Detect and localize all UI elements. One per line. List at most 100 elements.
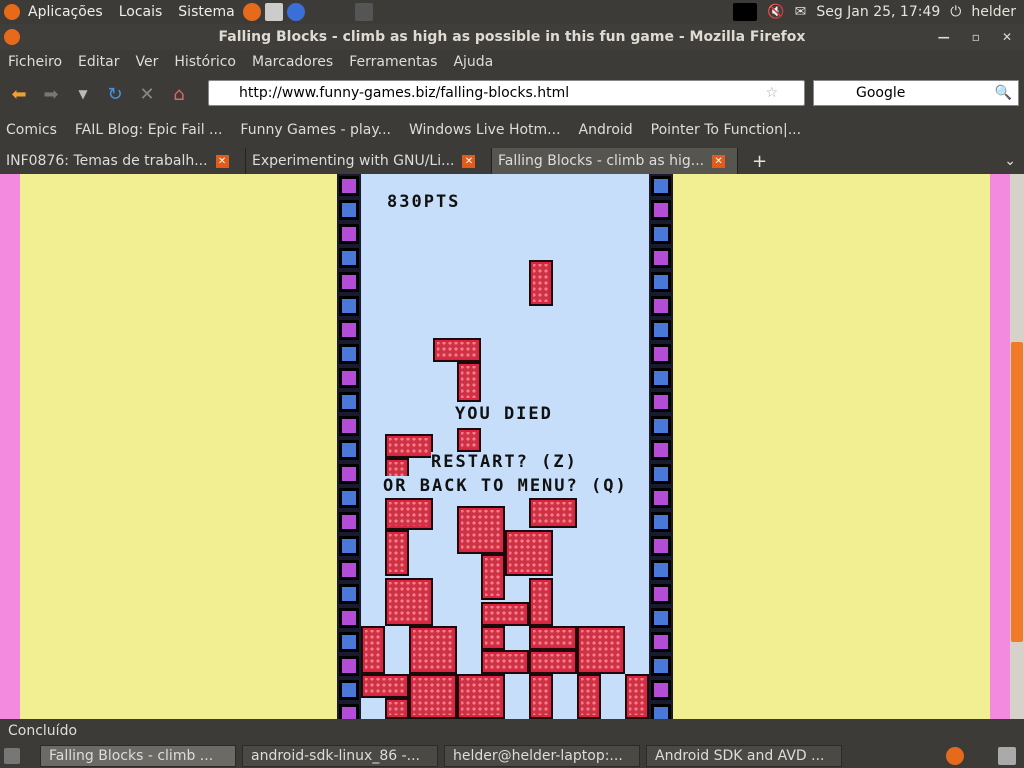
- tab-experimenting[interactable]: Experimenting with GNU/Li... ✕: [246, 148, 492, 174]
- volume-icon[interactable]: 🔇: [767, 4, 784, 20]
- falling-block: [529, 498, 577, 528]
- history-dropdown-icon[interactable]: ▼: [70, 81, 96, 107]
- bookmark-android[interactable]: Android: [579, 122, 633, 138]
- falling-block: [577, 674, 601, 719]
- menu-aplicacoes[interactable]: Aplicações: [28, 4, 103, 20]
- menu-ajuda[interactable]: Ajuda: [453, 54, 493, 70]
- back-icon[interactable]: ⬅: [6, 81, 32, 107]
- tab-close-icon[interactable]: ✕: [215, 154, 229, 168]
- search-engine-label[interactable]: Google: [856, 85, 905, 101]
- falling-block: [457, 506, 505, 554]
- falling-block: [505, 530, 553, 576]
- vertical-scrollbar[interactable]: [1010, 174, 1024, 719]
- left-border: [0, 174, 20, 719]
- wall-tile: [651, 560, 671, 580]
- clock[interactable]: Seg Jan 25, 17:49: [816, 4, 940, 20]
- wall-tile: [651, 320, 671, 340]
- menu-ficheiro[interactable]: Ficheiro: [8, 54, 62, 70]
- right-border: [990, 174, 1010, 719]
- falling-block: [457, 428, 481, 452]
- url-bar[interactable]: http://www.funny-games.biz/falling-block…: [208, 80, 805, 106]
- bookmark-hotmail[interactable]: Windows Live Hotm...: [409, 122, 561, 138]
- falling-block: [529, 626, 577, 650]
- bookmark-funny-games[interactable]: Funny Games - play...: [240, 122, 391, 138]
- window-title: Falling Blocks - climb as high as possib…: [218, 29, 806, 45]
- menu-ver[interactable]: Ver: [135, 54, 158, 70]
- task-label: android-sdk-linux_86 -...: [251, 747, 420, 764]
- wall-tile: [651, 680, 671, 700]
- bookmark-fail-blog[interactable]: FAIL Blog: Epic Fail ...: [75, 122, 223, 138]
- wall-tile: [339, 680, 359, 700]
- wall-tile: [339, 224, 359, 244]
- page-content: 830PTS YOU DIED RESTART? (Z) OR BACK TO …: [0, 174, 1024, 719]
- task-android-sdk[interactable]: Android SDK and AVD ...: [646, 744, 842, 767]
- you-died-text: YOU DIED: [455, 404, 553, 424]
- tab-label: Falling Blocks - climb as hig...: [498, 153, 705, 169]
- wall-tile: [651, 392, 671, 412]
- home-icon[interactable]: ⌂: [166, 81, 192, 107]
- tab-inf0876[interactable]: INF0876: Temas de trabalh... ✕: [0, 148, 246, 174]
- wall-tile: [651, 656, 671, 676]
- task-sdk-folder[interactable]: android-sdk-linux_86 -...: [242, 744, 438, 767]
- falling-block: [625, 674, 649, 719]
- star-icon[interactable]: ☆: [765, 85, 778, 101]
- wall-tile: [651, 368, 671, 388]
- search-icon[interactable]: 🔍: [995, 85, 1012, 101]
- forward-icon[interactable]: ➡: [38, 81, 64, 107]
- bookmark-comics[interactable]: Comics: [6, 122, 57, 138]
- game-canvas[interactable]: 830PTS YOU DIED RESTART? (Z) OR BACK TO …: [337, 174, 673, 719]
- url-text[interactable]: http://www.funny-games.biz/falling-block…: [239, 85, 569, 101]
- tab-label: Experimenting with GNU/Li...: [252, 153, 455, 169]
- reload-icon[interactable]: ↻: [102, 81, 128, 107]
- falling-block: [409, 626, 457, 674]
- trash-icon[interactable]: [998, 746, 1016, 765]
- new-tab-icon[interactable]: +: [752, 151, 767, 172]
- network-icon[interactable]: [733, 3, 758, 21]
- menu-historico[interactable]: Histórico: [174, 54, 236, 70]
- firefox-launcher-icon[interactable]: [242, 3, 261, 21]
- wall-tile: [651, 416, 671, 436]
- terminal-launcher-icon[interactable]: [354, 3, 373, 21]
- falling-block: [433, 338, 481, 362]
- envelope-icon[interactable]: ✉: [795, 4, 807, 20]
- restart-prompt[interactable]: RESTART? (Z): [431, 452, 578, 472]
- tab-close-icon[interactable]: ✕: [462, 154, 476, 168]
- power-icon[interactable]: ⏻: [950, 4, 961, 20]
- tab-close-icon[interactable]: ✕: [712, 154, 726, 168]
- menu-ferramentas[interactable]: Ferramentas: [349, 54, 437, 70]
- nav-toolbar: ⬅ ➡ ▼ ↻ ✕ ⌂ http://www.funny-games.biz/f…: [0, 76, 1024, 112]
- top-panel: Aplicações Locais Sistema 🔇 ✉ Seg Jan 25…: [0, 0, 1024, 24]
- menu-prompt[interactable]: OR BACK TO MENU? (Q): [383, 476, 628, 496]
- menu-marcadores[interactable]: Marcadores: [252, 54, 333, 70]
- falling-block: [481, 650, 529, 674]
- close-icon[interactable]: ✕: [1002, 30, 1012, 44]
- task-label: Android SDK and AVD ...: [655, 747, 825, 764]
- maximize-icon[interactable]: ▫: [972, 30, 980, 44]
- menu-editar[interactable]: Editar: [78, 54, 119, 70]
- wall-tile: [339, 632, 359, 652]
- window-titlebar: Falling Blocks - climb as high as possib…: [0, 24, 1024, 50]
- menu-locais[interactable]: Locais: [119, 4, 163, 20]
- falling-block: [481, 602, 529, 626]
- menu-sistema[interactable]: Sistema: [178, 4, 234, 20]
- menubar: Ficheiro Editar Ver Histórico Marcadores…: [0, 50, 1024, 74]
- scrollbar-thumb[interactable]: [1011, 342, 1023, 642]
- minimize-icon[interactable]: —: [938, 30, 950, 44]
- task-terminal[interactable]: helder@helder-laptop:...: [444, 744, 640, 767]
- wall-tile: [651, 488, 671, 508]
- user-name[interactable]: helder: [971, 4, 1016, 20]
- tab-list-icon[interactable]: ⌄: [1004, 153, 1016, 169]
- wall-tile: [651, 536, 671, 556]
- falling-block: [457, 362, 481, 402]
- bookmark-pointer[interactable]: Pointer To Function|...: [651, 122, 801, 138]
- ubuntu-logo-icon[interactable]: [4, 4, 20, 20]
- stop-icon[interactable]: ✕: [134, 81, 160, 107]
- search-bar[interactable]: Google 🔍: [813, 80, 1019, 106]
- mail-icon[interactable]: [264, 3, 283, 21]
- task-firefox[interactable]: Falling Blocks - climb ...: [40, 744, 236, 767]
- help-icon[interactable]: [286, 3, 305, 21]
- wall-tile: [651, 344, 671, 364]
- tab-falling-blocks[interactable]: Falling Blocks - climb as hig... ✕: [492, 148, 738, 174]
- show-desktop-icon[interactable]: [4, 747, 20, 764]
- tray-firefox-icon[interactable]: [946, 746, 964, 765]
